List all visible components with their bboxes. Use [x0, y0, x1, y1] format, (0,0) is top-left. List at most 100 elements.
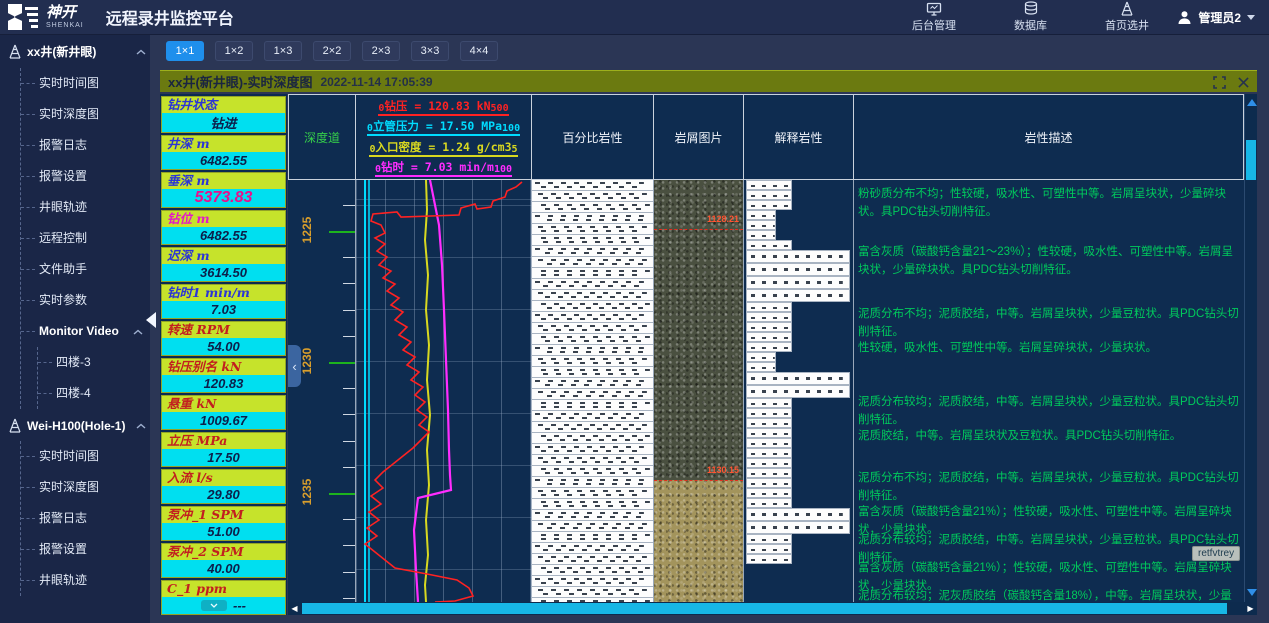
chart-collapse-tab[interactable]: ‹	[288, 345, 301, 387]
param-value-text: 17.50	[207, 450, 240, 465]
sidebar-item-实时深度图[interactable]: 实时深度图	[21, 99, 150, 130]
param-value-text: 29.80	[207, 487, 240, 502]
derrick-icon	[8, 44, 22, 59]
lithology-description: 泥质胶结，中等。岩屑呈块状及豆粒状。具PDC钻头切削特征。	[858, 428, 1240, 446]
nav-item-database[interactable]: 数据库	[1014, 1, 1047, 33]
lith-chip	[746, 276, 850, 289]
lith-chip	[746, 200, 792, 210]
lith-chip	[746, 521, 850, 534]
brand: 神开 SHENKAI	[46, 5, 84, 29]
layout-button-3x3[interactable]: 3×3	[411, 41, 449, 61]
sidebar-item-报警设置[interactable]: 报警设置	[21, 161, 150, 192]
sidebar-item-井眼轨迹[interactable]: 井眼轨迹	[21, 565, 150, 596]
sidebar-item-远程控制[interactable]: 远程控制	[21, 223, 150, 254]
lith-chip	[746, 398, 792, 408]
caret-up-icon	[133, 329, 143, 335]
layout-button-2x3[interactable]: 2×3	[362, 41, 400, 61]
sidebar-item-四楼-4[interactable]: 四楼-4	[38, 378, 150, 409]
percent-lithology-column	[532, 180, 654, 602]
lith-percent-row	[532, 334, 653, 345]
param-label: 入流 l/s	[162, 470, 285, 486]
lith-chip	[746, 180, 792, 190]
user-menu[interactable]: 管理员2	[1177, 0, 1255, 34]
photo-depth-line	[654, 229, 743, 230]
top-bar: 神开 SHENKAI 远程录井监控平台 后台管理 数据库 首页选井 管理员2	[0, 0, 1269, 35]
legend-row-入口密度: 0入口密度 = 1.24 g/cm35	[369, 138, 517, 157]
lith-percent-row	[532, 477, 653, 488]
layout-button-1x3[interactable]: 1×3	[264, 41, 302, 61]
overlay-tooltip: retfvtrey	[1192, 546, 1240, 561]
lith-percent-row	[532, 367, 653, 378]
lith-chip	[746, 544, 792, 554]
close-icon[interactable]	[1238, 77, 1249, 88]
lithology-description: 泥质分布不均；泥质胶结，中等。岩屑呈块状，少量豆粒状。具PDC钻头切削特征。	[858, 470, 1240, 506]
expand-icon[interactable]	[1213, 76, 1226, 89]
param-panel-collapse-pointer[interactable]	[146, 312, 156, 328]
lith-percent-row	[532, 510, 653, 521]
param-value: 6482.55	[162, 227, 285, 244]
scroll-right-arrow[interactable]: ▶	[1244, 602, 1257, 615]
param-card: 入流 l/s29.80	[161, 469, 286, 504]
top-nav: 后台管理 数据库 首页选井	[854, 0, 1149, 34]
lith-chip	[746, 468, 792, 478]
param-value: 1009.67	[162, 412, 285, 429]
param-label: 迟深 m	[162, 248, 285, 264]
param-card: 立压 MPa17.50	[161, 432, 286, 467]
sidebar-item-实时参数[interactable]: 实时参数	[21, 285, 150, 316]
param-label: 垂深 m	[162, 173, 285, 189]
param-value: 钻进	[162, 113, 285, 132]
group-tree: 四楼-3四楼-4	[37, 347, 150, 409]
depth-chart-panel: 深度道 0钻压 = 120.83 kN5000立管压力 = 17.50 MPa1…	[288, 94, 1257, 615]
lith-percent-row	[532, 301, 653, 312]
horizontal-scroll-thumb[interactable]	[302, 603, 1227, 614]
brand-name-en: SHENKAI	[46, 22, 84, 29]
sidebar-item-报警设置[interactable]: 报警设置	[21, 534, 150, 565]
param-value-text: 6482.55	[200, 228, 247, 243]
cuttings-photo-column: 1128.21 1130.15	[654, 180, 744, 602]
col-header-lithology-description: 岩性描述	[853, 94, 1244, 180]
sidebar-group-Monitor Video[interactable]: Monitor Video	[21, 316, 150, 347]
well-node-0[interactable]: xx井(新井眼)	[0, 34, 150, 68]
layout-button-1x2[interactable]: 1×2	[215, 41, 253, 61]
param-value-text: 5373.83	[195, 189, 253, 207]
vertical-scrollbar[interactable]	[1244, 94, 1257, 602]
lithology-description: 泥质分布较均；泥灰质胶结（碳酸钙含量18%），中等。岩屑呈块状，少量豆粒状。具P…	[858, 588, 1240, 602]
lith-percent-row	[532, 356, 653, 367]
sidebar-item-报警日志[interactable]: 报警日志	[21, 503, 150, 534]
layout-button-2x2[interactable]: 2×2	[313, 41, 351, 61]
sidebar: xx井(新井眼)实时时间图实时深度图报警日志报警设置井眼轨迹远程控制文件助手实时…	[0, 34, 150, 623]
sidebar-item-井眼轨迹[interactable]: 井眼轨迹	[21, 192, 150, 223]
photo-depth-line	[654, 480, 743, 481]
vertical-scroll-thumb[interactable]	[1246, 140, 1256, 180]
horizontal-scrollbar[interactable]: ◀ ▶	[288, 602, 1257, 615]
param-dropdown-button[interactable]	[201, 600, 227, 611]
lith-chip	[746, 240, 792, 250]
nav-item-well-select[interactable]: 首页选井	[1105, 1, 1149, 33]
depth-major-tick	[329, 362, 355, 364]
lith-percent-row	[532, 499, 653, 510]
scroll-left-arrow[interactable]: ◀	[288, 602, 301, 615]
layout-button-1x1[interactable]: 1×1	[166, 41, 204, 61]
caret-up-icon	[136, 49, 146, 55]
sidebar-item-四楼-3[interactable]: 四楼-3	[38, 347, 150, 378]
lith-chip	[746, 508, 850, 521]
param-label: 钻压别名 kN	[162, 359, 285, 375]
sidebar-item-实时时间图[interactable]: 实时时间图	[21, 441, 150, 472]
lith-percent-row	[532, 433, 653, 444]
scroll-up-arrow[interactable]	[1247, 99, 1257, 106]
scroll-down-arrow[interactable]	[1247, 589, 1257, 596]
layout-button-4x4[interactable]: 4×4	[460, 41, 498, 61]
derrick-icon	[1120, 1, 1134, 16]
sidebar-item-实时深度图[interactable]: 实时深度图	[21, 472, 150, 503]
cuttings-photo-dark	[654, 180, 743, 480]
depth-major-tick	[329, 493, 355, 495]
page-title: 远程录井监控平台	[106, 5, 234, 29]
lith-percent-row	[532, 521, 653, 532]
sidebar-item-文件助手[interactable]: 文件助手	[21, 254, 150, 285]
sidebar-item-实时时间图[interactable]: 实时时间图	[21, 68, 150, 99]
well-node-1[interactable]: Wei-H100(Hole-1)	[0, 409, 150, 441]
sidebar-item-报警日志[interactable]: 报警日志	[21, 130, 150, 161]
nav-item-backend[interactable]: 后台管理	[912, 2, 956, 33]
panel-titlebar: xx井(新井眼)-实时深度图 2022-11-14 17:05:39	[160, 70, 1257, 92]
curves-svg	[356, 180, 532, 602]
